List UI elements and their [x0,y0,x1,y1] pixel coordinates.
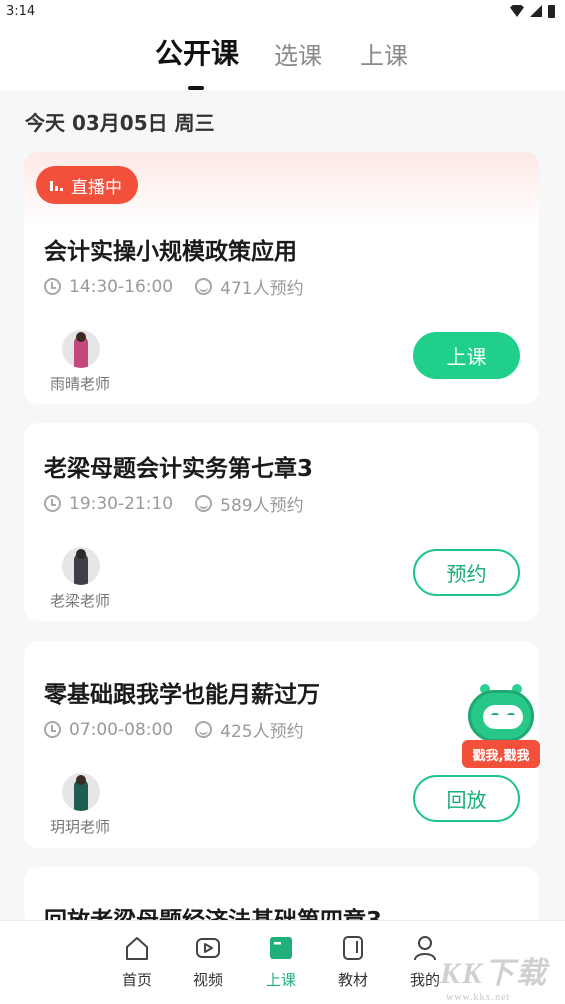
course-meta: 14:30-16:00 471人预约 [44,274,304,299]
home-icon [126,937,148,960]
status-icons [510,4,555,18]
reservation-icon [195,278,213,295]
signal-icon [530,5,542,17]
floating-helper-button[interactable]: 戳我,戳我 [462,684,540,774]
nav-label: 视频 [192,971,223,989]
teacher-name: 雨晴老师 [50,375,111,393]
course-meta: 07:00-08:00 425人预约 [44,717,304,742]
book-icon [343,936,363,960]
nav-label: 我的 [409,971,440,989]
teacher-avatar [62,330,100,368]
date-label: 今天 03月05日 周三 [25,111,215,135]
tab-select-course[interactable]: 选课 [274,36,322,71]
nav-item-class[interactable]: 上课 [251,935,311,990]
nav-item-home[interactable]: 首页 [107,935,167,990]
watermark-text: KK下载 [440,957,549,990]
reserve-button[interactable]: 预约 [413,549,520,596]
clock-icon [44,278,61,295]
attend-class-button[interactable]: 上课 [413,332,520,379]
wifi-icon [510,5,524,17]
battery-icon [548,4,555,18]
status-bar: 3:14 [0,0,565,22]
live-badge: 直播中 [36,166,138,204]
top-tab-bar: 公开课 选课 上课 [0,22,565,90]
teacher-name: 老梁老师 [50,592,111,610]
live-badge-label: 直播中 [71,177,122,198]
reservation-icon [195,721,213,738]
nav-label: 首页 [121,971,152,989]
video-icon [196,938,220,958]
active-tab-indicator [188,86,204,90]
tab-open-class[interactable]: 公开课 [155,32,239,72]
profile-icon [414,936,436,961]
course-time: 14:30-16:00 [69,276,174,297]
nav-label: 教材 [337,971,368,989]
course-meta: 19:30-21:10 589人预约 [44,491,304,516]
course-card[interactable]: 直播中 会计实操小规模政策应用 14:30-16:00 471人预约 雨晴老师 … [24,152,539,404]
course-title: 会计实操小规模政策应用 [44,239,297,265]
course-time: 07:00-08:00 [69,719,174,740]
course-card[interactable]: 回放老梁母题经济法基础第四章3 [24,867,539,927]
course-title: 老梁母题会计实务第七章3 [44,456,314,482]
status-time: 3:14 [6,3,36,19]
watermark-url: www.kkx.net [446,992,511,1003]
watermark: KK下载 www.kkx.net [440,948,548,1003]
tab-attend-class[interactable]: 上课 [360,36,408,71]
nav-item-textbook[interactable]: 教材 [323,935,383,990]
class-icon [270,937,292,959]
course-card[interactable]: 老梁母题会计实务第七章3 19:30-21:10 589人预约 老梁老师 预约 [24,423,539,621]
clock-icon [44,495,61,512]
nav-label: 上课 [265,971,296,989]
nav-item-video[interactable]: 视频 [178,935,238,990]
reservation-count: 471人预约 [220,279,304,299]
robot-mascot-icon [468,690,534,742]
teacher-name: 玥玥老师 [50,818,111,836]
live-bars-icon [50,179,63,191]
teacher-avatar [62,773,100,811]
course-title: 零基础跟我学也能月薪过万 [44,682,320,708]
course-time: 19:30-21:10 [69,493,174,514]
clock-icon [44,721,61,738]
reservation-count: 425人预约 [220,722,304,742]
reservation-count: 589人预约 [220,496,304,516]
helper-label: 戳我,戳我 [462,740,540,768]
replay-button[interactable]: 回放 [413,775,520,822]
teacher-avatar [62,547,100,585]
reservation-icon [195,495,213,512]
